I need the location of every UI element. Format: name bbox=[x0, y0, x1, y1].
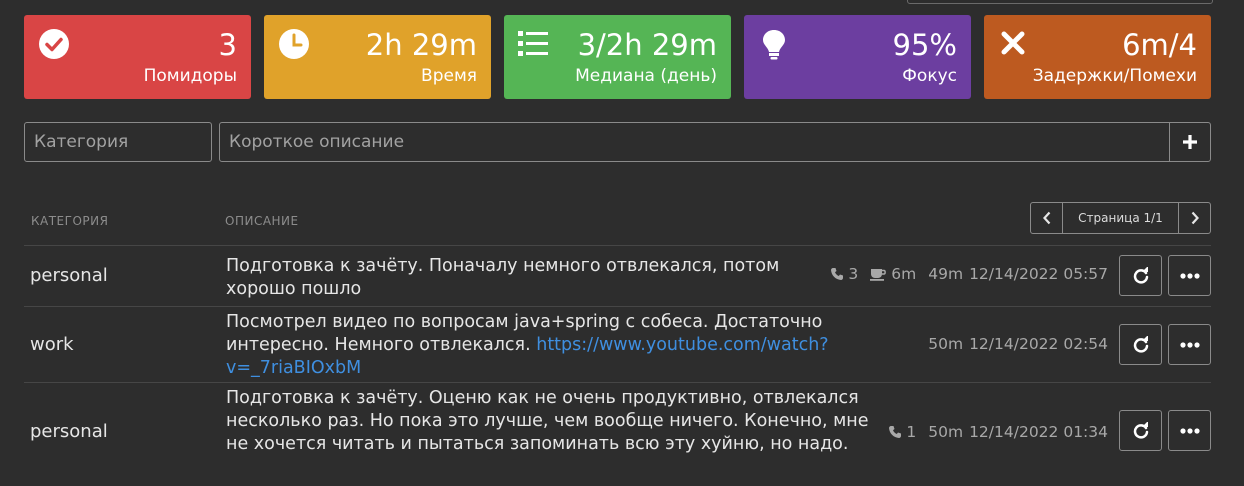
redo-icon bbox=[1133, 421, 1148, 439]
stat-label: Задержки/Помехи bbox=[1032, 66, 1197, 86]
stat-value: 3/2h 29m bbox=[577, 28, 717, 62]
row-description: Подготовка к зачёту. Поначалу немного от… bbox=[226, 255, 816, 301]
more-button[interactable] bbox=[1168, 324, 1211, 365]
pagination: Страница 1/1 bbox=[1030, 202, 1211, 234]
calls-item: 3 bbox=[830, 265, 858, 283]
row-description-text: Подготовка к зачёту. Поначалу немного от… bbox=[226, 256, 780, 299]
more-button[interactable] bbox=[1168, 255, 1211, 296]
redo-icon bbox=[1133, 266, 1148, 284]
add-button[interactable] bbox=[1169, 122, 1211, 162]
row-category: work bbox=[30, 334, 74, 355]
plus-icon bbox=[1183, 135, 1197, 149]
list-icon bbox=[518, 28, 550, 60]
calls-count: 1 bbox=[906, 423, 917, 441]
calls-item: 1 bbox=[888, 423, 916, 441]
row-datetime: 12/14/2022 02:54 bbox=[969, 335, 1108, 353]
restart-button[interactable] bbox=[1119, 410, 1162, 451]
coffee-icon bbox=[870, 269, 887, 281]
stat-label: Медиана (день) bbox=[575, 66, 717, 86]
more-icon bbox=[1179, 427, 1200, 434]
stat-label: Помидоры bbox=[143, 66, 237, 86]
table-row: work Посмотрел видео по вопросам java+sp… bbox=[24, 307, 1211, 382]
breaks-item: 6m bbox=[870, 265, 916, 283]
stat-median: 3/2h 29m Медиана (день) bbox=[504, 15, 731, 99]
stat-label: Фокус bbox=[902, 66, 957, 86]
row-meta: 3 6m 49m 12/14/2022 05:57 bbox=[818, 265, 1108, 283]
calls-count: 3 bbox=[848, 265, 859, 283]
phone-icon bbox=[889, 426, 902, 438]
redo-icon bbox=[1133, 335, 1148, 353]
row-datetime: 12/14/2022 01:34 bbox=[969, 423, 1108, 441]
row-meta: 50m 12/14/2022 02:54 bbox=[916, 335, 1108, 353]
close-icon bbox=[998, 28, 1030, 60]
check-circle-icon bbox=[38, 28, 70, 60]
prev-page-button[interactable] bbox=[1031, 203, 1062, 233]
chevron-left-icon bbox=[1042, 211, 1050, 225]
stat-value: 95% bbox=[892, 28, 957, 62]
description-input[interactable] bbox=[220, 123, 1169, 161]
stat-value: 3 bbox=[218, 28, 237, 62]
stat-pomodoros: 3 Помидоры bbox=[24, 15, 251, 99]
description-field bbox=[219, 122, 1170, 162]
row-duration: 49m bbox=[928, 265, 964, 283]
stat-focus: 95% Фокус bbox=[744, 15, 971, 99]
stat-interruptions: 6m/4 Задержки/Помехи bbox=[984, 15, 1211, 99]
row-duration: 50m bbox=[928, 335, 964, 353]
row-datetime: 12/14/2022 05:57 bbox=[969, 265, 1108, 283]
column-header-category: КАТЕГОРИЯ bbox=[31, 214, 109, 228]
restart-button[interactable] bbox=[1119, 324, 1162, 365]
row-description: Посмотрел видео по вопросам java+spring … bbox=[226, 311, 876, 380]
category-input[interactable] bbox=[25, 123, 211, 161]
table-row: personal Подготовка к зачёту. Поначалу н… bbox=[24, 246, 1211, 306]
chevron-right-icon bbox=[1191, 211, 1199, 225]
more-button[interactable] bbox=[1168, 410, 1211, 451]
row-category: personal bbox=[30, 421, 108, 442]
row-meta: 1 50m 12/14/2022 01:34 bbox=[876, 423, 1108, 441]
category-field bbox=[24, 122, 212, 162]
stat-value: 2h 29m bbox=[365, 28, 477, 62]
breaks-time: 6m bbox=[891, 265, 917, 283]
stat-value: 6m/4 bbox=[1122, 28, 1197, 62]
next-page-button[interactable] bbox=[1179, 203, 1210, 233]
stat-label: Время bbox=[421, 66, 477, 86]
restart-button[interactable] bbox=[1119, 255, 1162, 296]
lightbulb-icon bbox=[758, 28, 790, 60]
row-duration: 50m bbox=[928, 423, 964, 441]
top-control-edge[interactable] bbox=[907, 0, 1213, 4]
table-row: personal Подготовка к зачёту. Оценю как … bbox=[24, 383, 1211, 486]
phone-icon bbox=[831, 268, 844, 280]
clock-icon bbox=[278, 28, 310, 60]
stats-panel: 3 Помидоры 2h 29m Время 3/2h 29m Медиана… bbox=[24, 15, 1211, 99]
row-category: personal bbox=[30, 265, 108, 286]
more-icon bbox=[1179, 272, 1200, 279]
stat-time: 2h 29m Время bbox=[264, 15, 491, 99]
page-indicator: Страница 1/1 bbox=[1062, 203, 1179, 233]
more-icon bbox=[1179, 341, 1200, 348]
row-description: Подготовка к зачёту. Оценю как не очень … bbox=[226, 387, 876, 456]
row-description-text: Подготовка к зачёту. Оценю как не очень … bbox=[226, 388, 869, 454]
column-header-description: ОПИСАНИЕ bbox=[225, 214, 299, 228]
